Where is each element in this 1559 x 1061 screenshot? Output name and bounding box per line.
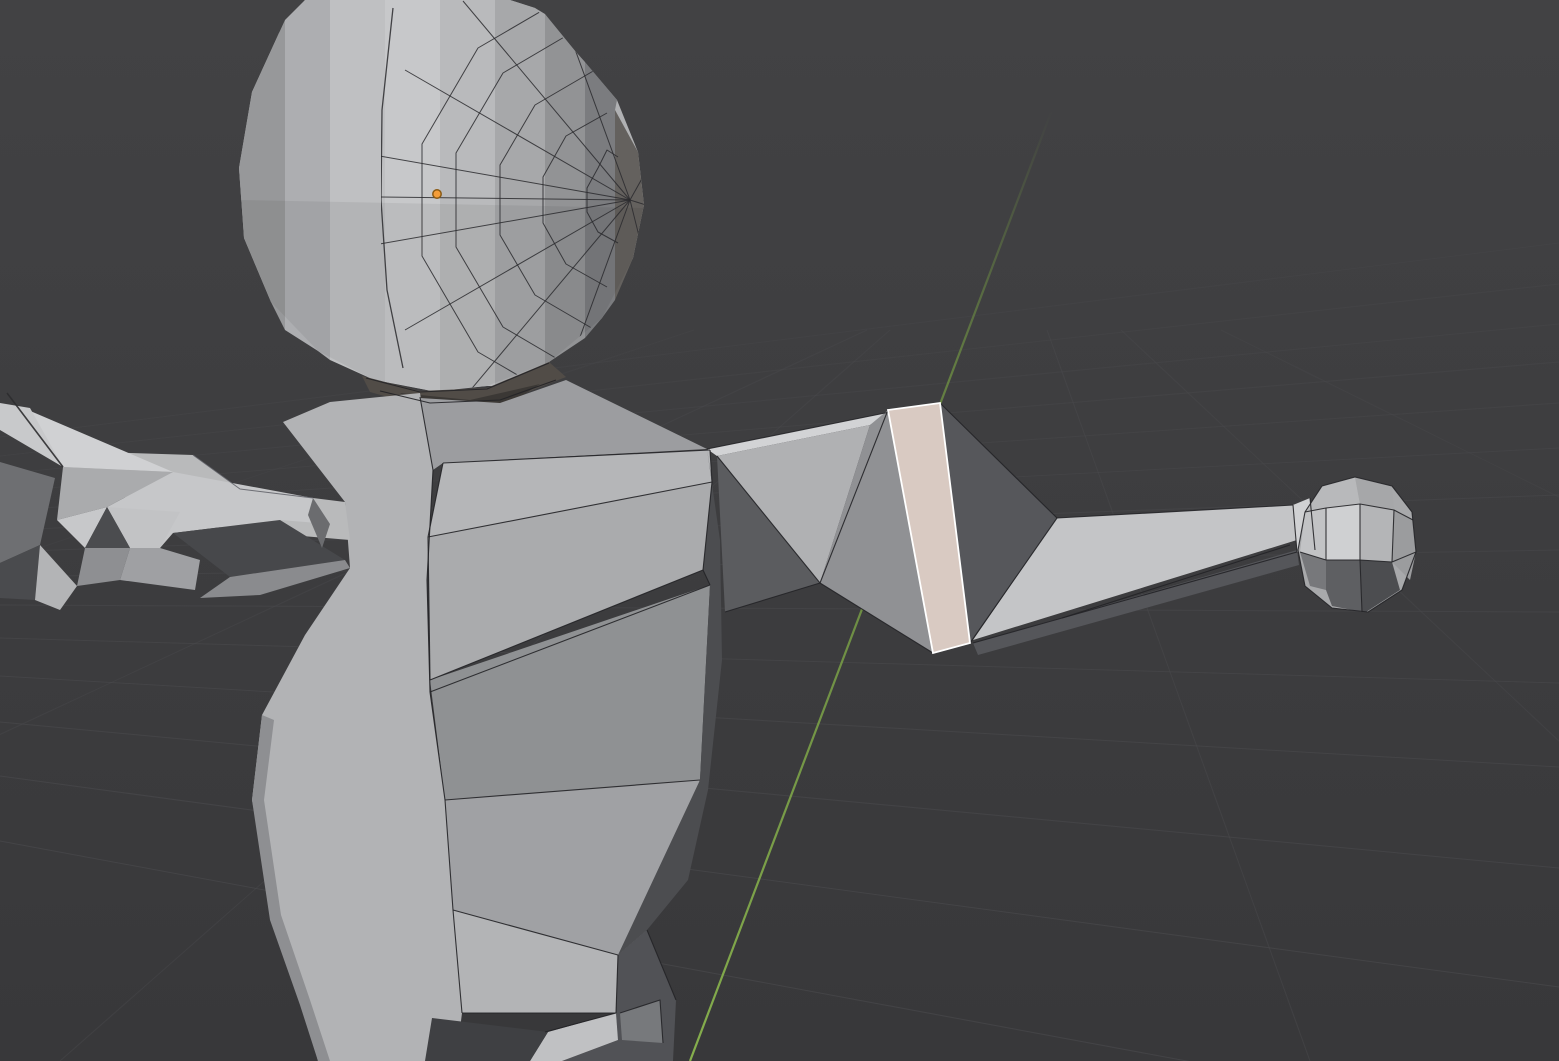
hand-ball-facet[interactable] — [1326, 560, 1362, 612]
hand-ball-facet[interactable] — [1360, 504, 1394, 562]
viewport-3d[interactable] — [0, 0, 1559, 1061]
viewport-stage — [0, 0, 1559, 1061]
hand-ball-facet[interactable] — [1326, 504, 1360, 560]
object-origin-dot — [433, 190, 441, 198]
